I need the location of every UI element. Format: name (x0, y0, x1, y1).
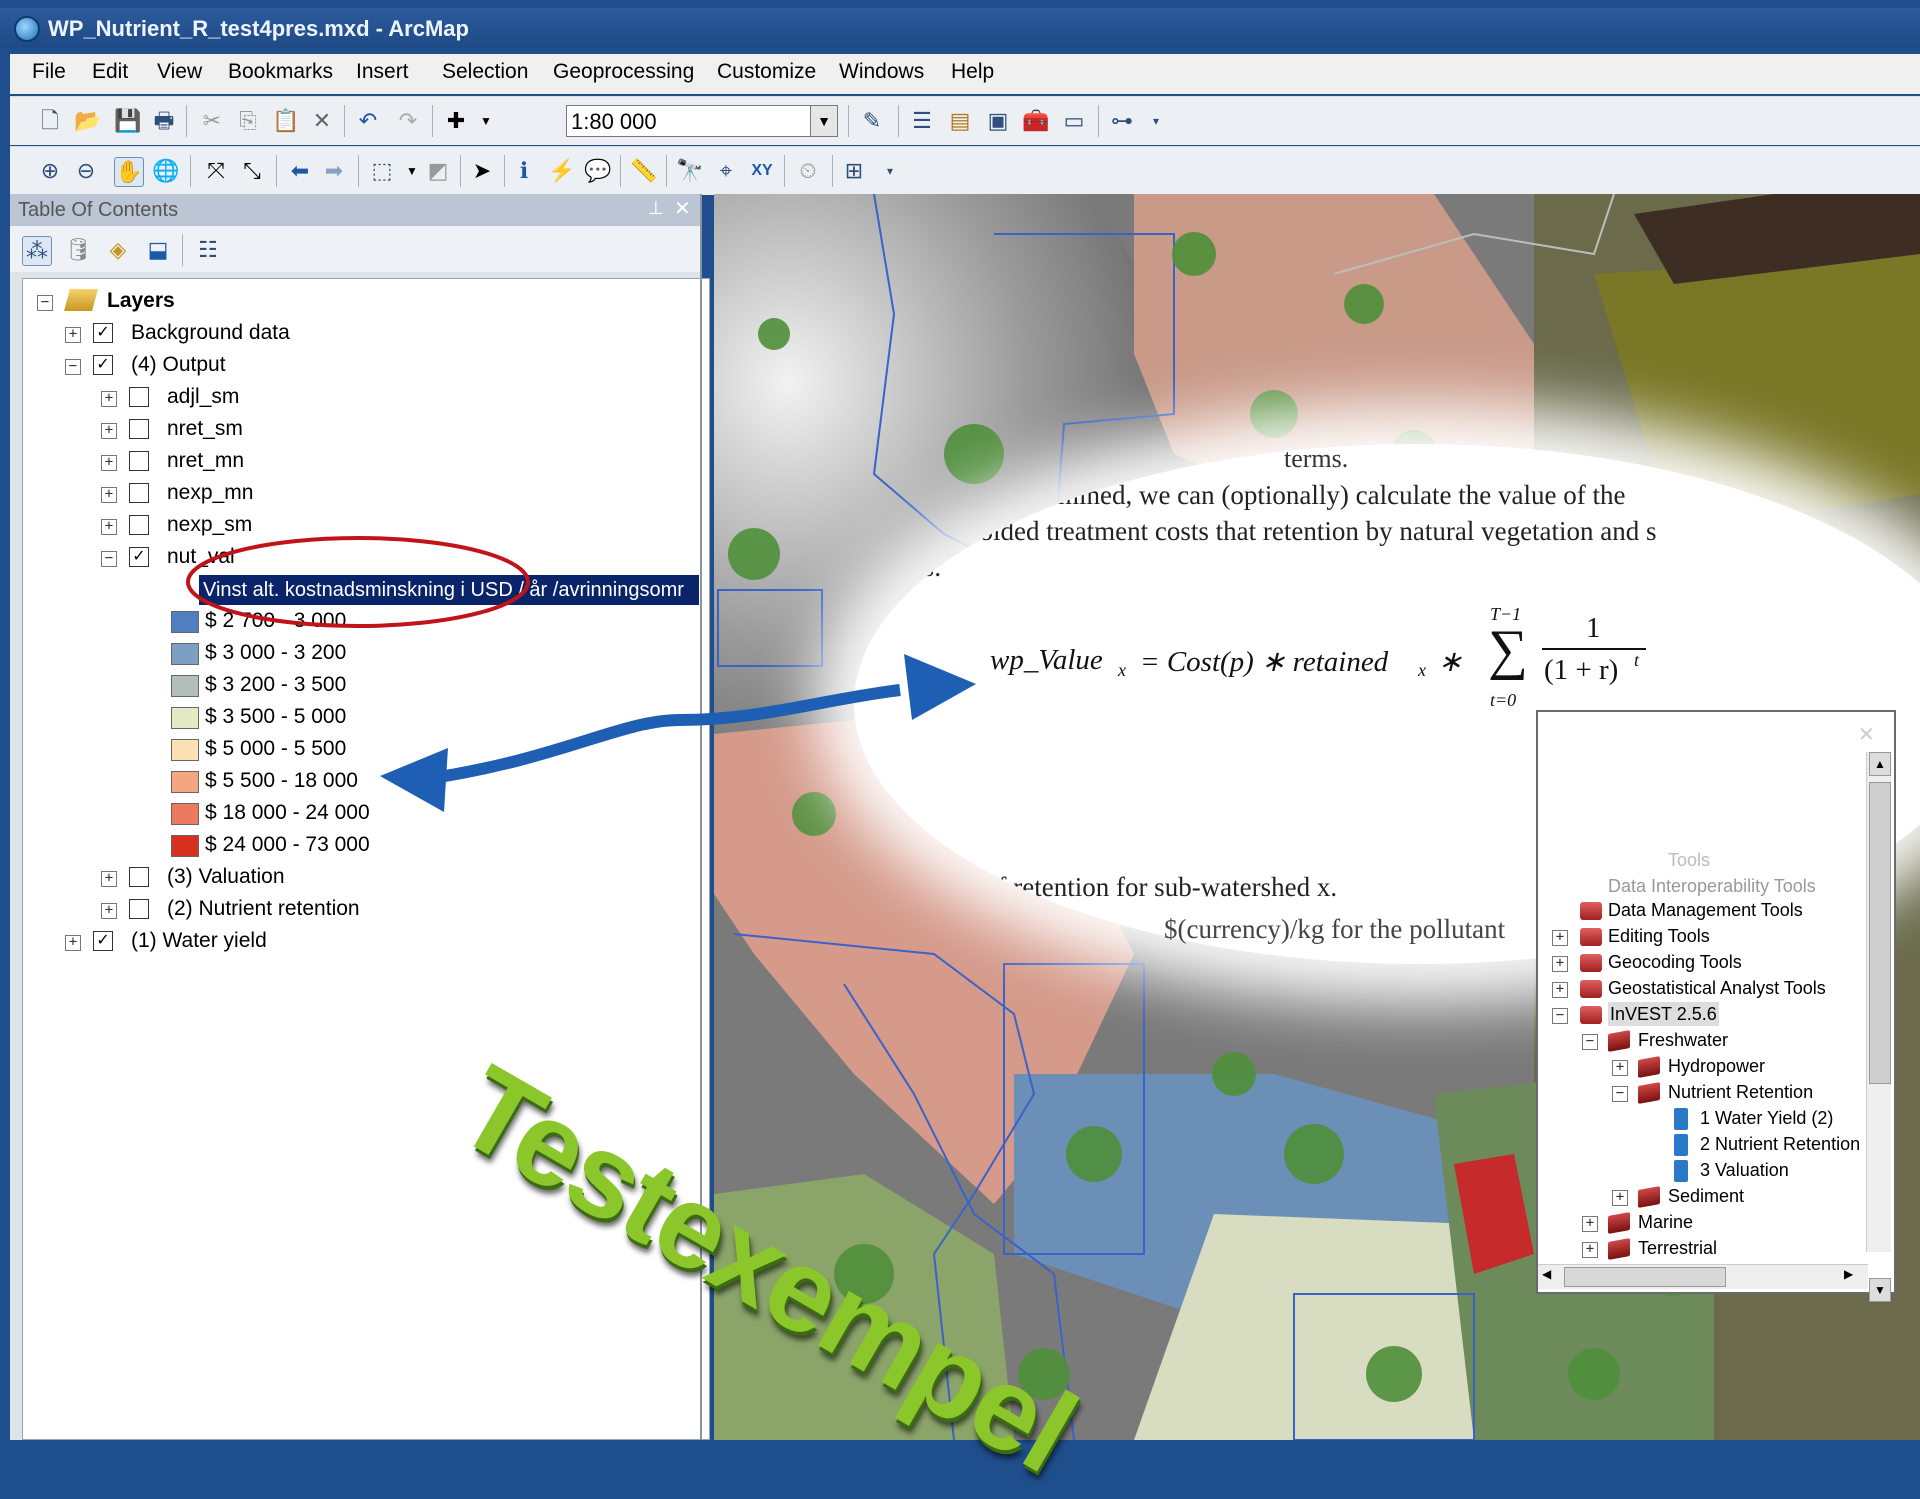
expand-icon[interactable]: + (1612, 1060, 1628, 1076)
toolset-icon (1638, 1082, 1660, 1104)
horizontal-scrollbar[interactable]: ◀ ▶ (1538, 1264, 1868, 1289)
expand-icon[interactable]: + (1552, 956, 1568, 972)
toolbox-item[interactable]: Editing Tools (1608, 924, 1710, 948)
arctoolbox-window: ✕ ▲ ▼ ◀ ▶ Tools Data Interoperability To… (1536, 710, 1896, 1302)
toolbox-item[interactable]: Geostatistical Analyst Tools (1608, 976, 1826, 1000)
expand-icon[interactable]: + (1582, 1242, 1598, 1258)
collapse-icon[interactable]: − (1552, 1008, 1568, 1024)
script-tool-icon (1674, 1134, 1688, 1156)
expand-icon[interactable]: + (1552, 930, 1568, 946)
toolset-item[interactable]: Freshwater (1638, 1028, 1728, 1052)
collapse-icon[interactable]: − (1582, 1034, 1598, 1050)
arrow-head-left (380, 748, 448, 812)
toolbox-item[interactable]: Data Interoperability Tools (1608, 874, 1816, 898)
vertical-scrollbar[interactable]: ▲ ▼ (1866, 752, 1891, 1302)
toolset-icon (1608, 1030, 1630, 1052)
toolset-item[interactable]: Nutrient Retention (1668, 1080, 1813, 1104)
toolset-icon (1608, 1212, 1630, 1234)
expand-icon[interactable]: + (1582, 1216, 1598, 1232)
toolbox-item[interactable]: Tools (1668, 848, 1710, 872)
expand-icon[interactable]: + (1552, 982, 1568, 998)
toolbox-icon (1580, 954, 1602, 972)
toolset-icon (1638, 1056, 1660, 1078)
toolbox-item[interactable]: Geocoding Tools (1608, 950, 1742, 974)
red-highlight-ellipse (186, 536, 530, 628)
toolbox-icon (1580, 980, 1602, 998)
toolbox-icon (1580, 928, 1602, 946)
tool-item[interactable]: 1 Water Yield (2) (1700, 1106, 1833, 1130)
toolset-item[interactable]: Marine (1638, 1210, 1693, 1234)
toolset-item[interactable]: Sediment (1668, 1184, 1744, 1208)
toolbox-icon (1580, 902, 1602, 920)
toolset-item[interactable]: Terrestrial (1638, 1236, 1717, 1260)
toolset-item[interactable]: Hydropower (1668, 1054, 1765, 1078)
toolbox-item[interactable]: Data Management Tools (1608, 898, 1803, 922)
double-arrow-shaft (419, 684, 901, 786)
expand-icon[interactable]: + (1612, 1190, 1628, 1206)
toolbox-item[interactable]: InVEST 2.5.6 (1608, 1002, 1719, 1026)
arrow-head-right (904, 654, 976, 720)
script-tool-icon (1674, 1108, 1688, 1130)
collapse-icon[interactable]: − (1612, 1086, 1628, 1102)
script-tool-icon (1674, 1160, 1688, 1182)
toolset-icon (1608, 1238, 1630, 1260)
toolset-icon (1638, 1186, 1660, 1208)
tool-item[interactable]: 3 Valuation (1700, 1158, 1789, 1182)
toolbox-icon (1580, 1006, 1602, 1024)
tool-item[interactable]: 2 Nutrient Retention (1700, 1132, 1860, 1156)
scrollbar-thumb[interactable] (1869, 782, 1891, 1084)
